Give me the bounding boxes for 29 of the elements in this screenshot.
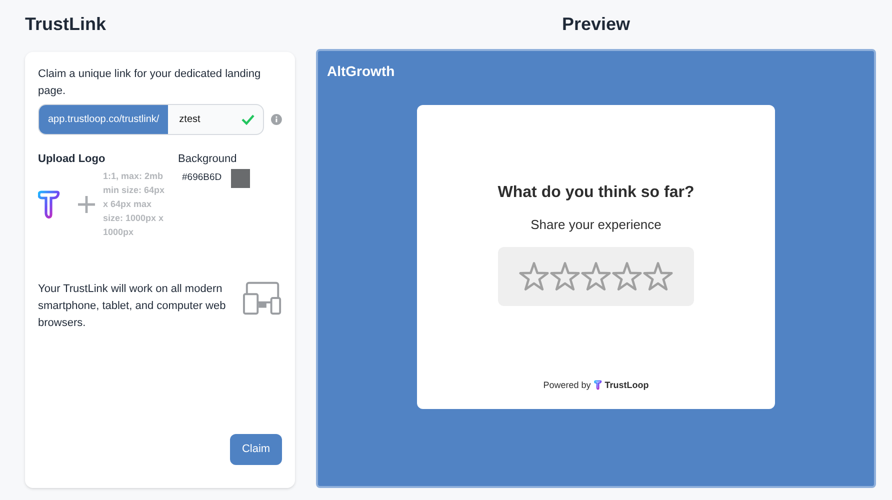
preview-title: Preview xyxy=(562,13,630,36)
color-swatch[interactable] xyxy=(230,169,250,188)
upload-logo-label: Upload Logo xyxy=(38,152,106,167)
claim-button[interactable]: Claim xyxy=(230,434,282,465)
link-prefix: app.trustloop.co/trustlink/ xyxy=(39,105,168,134)
star-icon[interactable] xyxy=(643,262,673,290)
star-icon[interactable] xyxy=(519,262,549,290)
info-icon[interactable] xyxy=(271,114,282,125)
add-icon[interactable] xyxy=(77,194,96,214)
star-icon[interactable] xyxy=(612,262,642,290)
card-subtitle: Share your experience xyxy=(530,216,662,234)
question-text: What do you think so far? xyxy=(498,183,694,203)
panel-title: TrustLink xyxy=(25,13,106,36)
background-color-value[interactable]: #696B6D xyxy=(182,171,222,186)
powered-by-text: Powered by xyxy=(543,378,591,392)
star-icon[interactable] xyxy=(550,262,580,290)
link-field[interactable]: app.trustloop.co/trustlink/ ztest xyxy=(38,104,264,135)
upload-hint: 1:1, max: 2mb min size: 64px x 64px max size: 1000px x 1000px xyxy=(103,170,165,239)
logo-icon[interactable] xyxy=(38,188,60,220)
background-label: Background xyxy=(178,152,237,167)
intro-text: Claim a unique link for your dedicated landing page. xyxy=(38,67,262,99)
brand-name: AltGrowth xyxy=(327,62,395,81)
powered-by-brand: TrustLoop xyxy=(604,378,649,392)
link-value: ztest xyxy=(178,113,202,127)
devices-icon xyxy=(242,281,282,315)
star-rating[interactable] xyxy=(498,246,694,306)
logo-icon xyxy=(594,380,602,390)
star-icon[interactable] xyxy=(581,262,611,290)
compatibility-note: Your TrustLink will work on all modern smartphone, tablet, and computer web browsers. xyxy=(38,282,227,331)
